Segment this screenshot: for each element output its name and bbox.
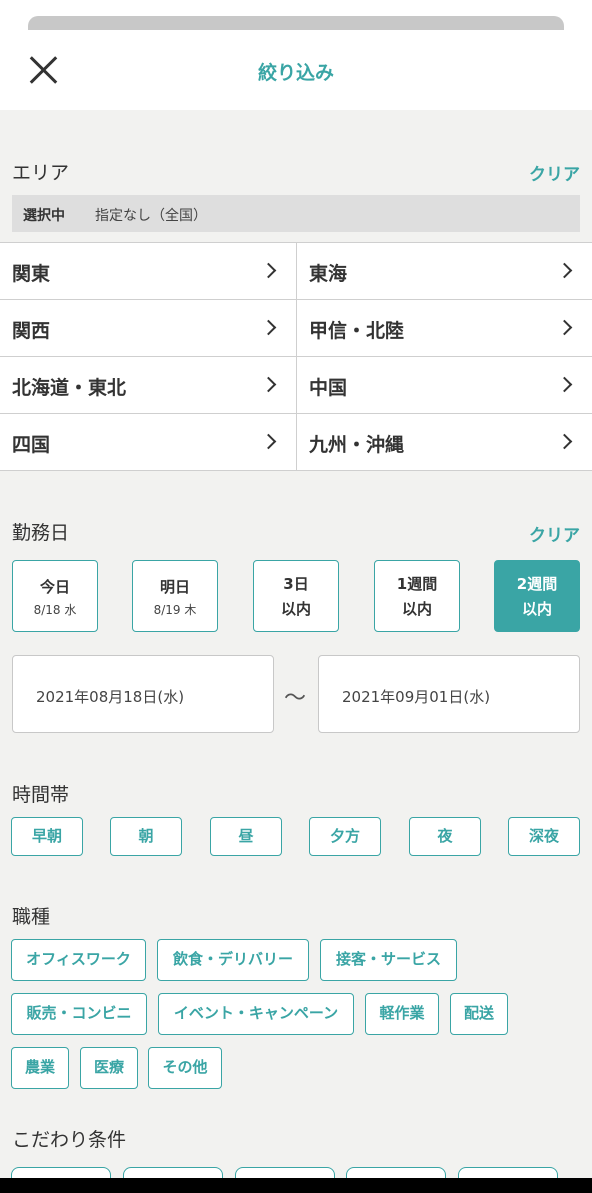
chevron-right-icon bbox=[556, 433, 573, 450]
day-line2: 以内 bbox=[401, 600, 432, 618]
filter-sheet: 絞り込み エリア クリア 選択中 指定なし（全国） 関東 東海 関西 甲信・北陸… bbox=[0, 0, 592, 1178]
preference-chip[interactable] bbox=[458, 1167, 558, 1178]
start-date-value: 2021年08月18日(水) bbox=[36, 688, 185, 706]
chevron-right-icon bbox=[260, 376, 277, 393]
end-date-field[interactable]: 2021年09月01日(水) bbox=[318, 655, 580, 733]
day-line1: 明日 bbox=[159, 578, 190, 596]
day-line2: 以内 bbox=[521, 600, 552, 618]
area-label-text: 北海道・東北 bbox=[12, 377, 127, 399]
area-kansai[interactable]: 関西 bbox=[0, 300, 296, 356]
area-row: 関東 東海 bbox=[0, 243, 592, 300]
day-tomorrow-button[interactable]: 明日 8/19 木 bbox=[132, 560, 218, 632]
time-morning-chip[interactable]: 朝 bbox=[110, 817, 182, 856]
day-line1: 3日 bbox=[283, 575, 309, 593]
end-date-value: 2021年09月01日(水) bbox=[342, 688, 491, 706]
job-event-chip[interactable]: イベント・キャンペーン bbox=[158, 993, 354, 1035]
area-shikoku[interactable]: 四国 bbox=[0, 414, 296, 470]
day-2weeks-button[interactable]: 2週間 以内 bbox=[494, 560, 580, 632]
chevron-right-icon bbox=[260, 433, 277, 450]
area-label-text: 東海 bbox=[309, 263, 348, 285]
work-day-label: 勤務日 bbox=[12, 522, 70, 544]
area-kanto[interactable]: 関東 bbox=[0, 243, 296, 299]
preferences-label: こだわり条件 bbox=[12, 1129, 127, 1151]
area-koshinetsu-hokuriku[interactable]: 甲信・北陸 bbox=[296, 300, 592, 356]
area-row: 関西 甲信・北陸 bbox=[0, 300, 592, 357]
bottom-bar bbox=[0, 1178, 592, 1193]
day-line1: 1週間 bbox=[396, 575, 438, 593]
chevron-right-icon bbox=[260, 319, 277, 336]
job-service-chip[interactable]: 接客・サービス bbox=[320, 939, 457, 981]
day-line2: 8/18 水 bbox=[33, 603, 77, 617]
start-date-field[interactable]: 2021年08月18日(水) bbox=[12, 655, 274, 733]
time-evening-chip[interactable]: 夕方 bbox=[309, 817, 381, 856]
area-label-text: 四国 bbox=[12, 434, 51, 456]
job-retail-chip[interactable]: 販売・コンビニ bbox=[11, 993, 147, 1035]
day-line2: 8/19 木 bbox=[153, 603, 197, 617]
job-agriculture-chip[interactable]: 農業 bbox=[11, 1047, 69, 1089]
date-range-separator: 〜 bbox=[284, 686, 307, 711]
job-other-chip[interactable]: その他 bbox=[148, 1047, 222, 1089]
job-delivery-chip[interactable]: 配送 bbox=[450, 993, 508, 1035]
area-row: 四国 九州・沖縄 bbox=[0, 414, 592, 471]
area-kyushu-okinawa[interactable]: 九州・沖縄 bbox=[296, 414, 592, 470]
day-1week-button[interactable]: 1週間 以内 bbox=[374, 560, 460, 632]
area-label-text: 関東 bbox=[12, 263, 51, 285]
job-medical-chip[interactable]: 医療 bbox=[80, 1047, 138, 1089]
time-late-night-chip[interactable]: 深夜 bbox=[508, 817, 580, 856]
work-day-clear-button[interactable]: クリア bbox=[529, 521, 580, 546]
day-line2: 以内 bbox=[280, 600, 311, 618]
chevron-right-icon bbox=[556, 319, 573, 336]
area-hokkaido-tohoku[interactable]: 北海道・東北 bbox=[0, 357, 296, 413]
time-band-label: 時間帯 bbox=[12, 784, 70, 806]
job-food-delivery-chip[interactable]: 飲食・デリバリー bbox=[157, 939, 309, 981]
job-type-label: 職種 bbox=[12, 906, 51, 928]
time-noon-chip[interactable]: 昼 bbox=[210, 817, 282, 856]
preference-chip[interactable] bbox=[346, 1167, 446, 1178]
area-label-text: 甲信・北陸 bbox=[309, 320, 405, 342]
day-line1: 今日 bbox=[39, 578, 70, 596]
selected-value: 指定なし（全国） bbox=[95, 208, 207, 224]
sheet-header: 絞り込み bbox=[0, 0, 592, 110]
selected-key: 選択中 bbox=[23, 208, 65, 224]
day-line1: 2週間 bbox=[516, 575, 558, 593]
preference-chip[interactable] bbox=[11, 1167, 111, 1178]
area-grid: 関東 東海 関西 甲信・北陸 北海道・東北 中国 四国 九州・沖縄 bbox=[0, 242, 592, 471]
preference-chip[interactable] bbox=[123, 1167, 223, 1178]
area-selected-bar: 選択中 指定なし（全国） bbox=[12, 195, 580, 232]
area-chugoku[interactable]: 中国 bbox=[296, 357, 592, 413]
preference-chip[interactable] bbox=[235, 1167, 335, 1178]
chevron-right-icon bbox=[556, 376, 573, 393]
day-today-button[interactable]: 今日 8/18 水 bbox=[12, 560, 98, 632]
area-label-text: 中国 bbox=[309, 377, 348, 399]
time-night-chip[interactable]: 夜 bbox=[409, 817, 481, 856]
area-tokai[interactable]: 東海 bbox=[296, 243, 592, 299]
job-light-work-chip[interactable]: 軽作業 bbox=[365, 993, 439, 1035]
chevron-right-icon bbox=[260, 262, 277, 279]
area-label-text: 関西 bbox=[12, 320, 51, 342]
time-early-morning-chip[interactable]: 早朝 bbox=[11, 817, 83, 856]
chevron-right-icon bbox=[556, 262, 573, 279]
area-row: 北海道・東北 中国 bbox=[0, 357, 592, 414]
area-clear-button[interactable]: クリア bbox=[529, 160, 580, 185]
job-office-chip[interactable]: オフィスワーク bbox=[11, 939, 146, 981]
day-3days-button[interactable]: 3日 以内 bbox=[253, 560, 339, 632]
area-label: エリア bbox=[12, 162, 70, 184]
area-label-text: 九州・沖縄 bbox=[309, 434, 405, 456]
page-title: 絞り込み bbox=[257, 62, 334, 84]
sheet-grabber[interactable] bbox=[28, 16, 564, 30]
